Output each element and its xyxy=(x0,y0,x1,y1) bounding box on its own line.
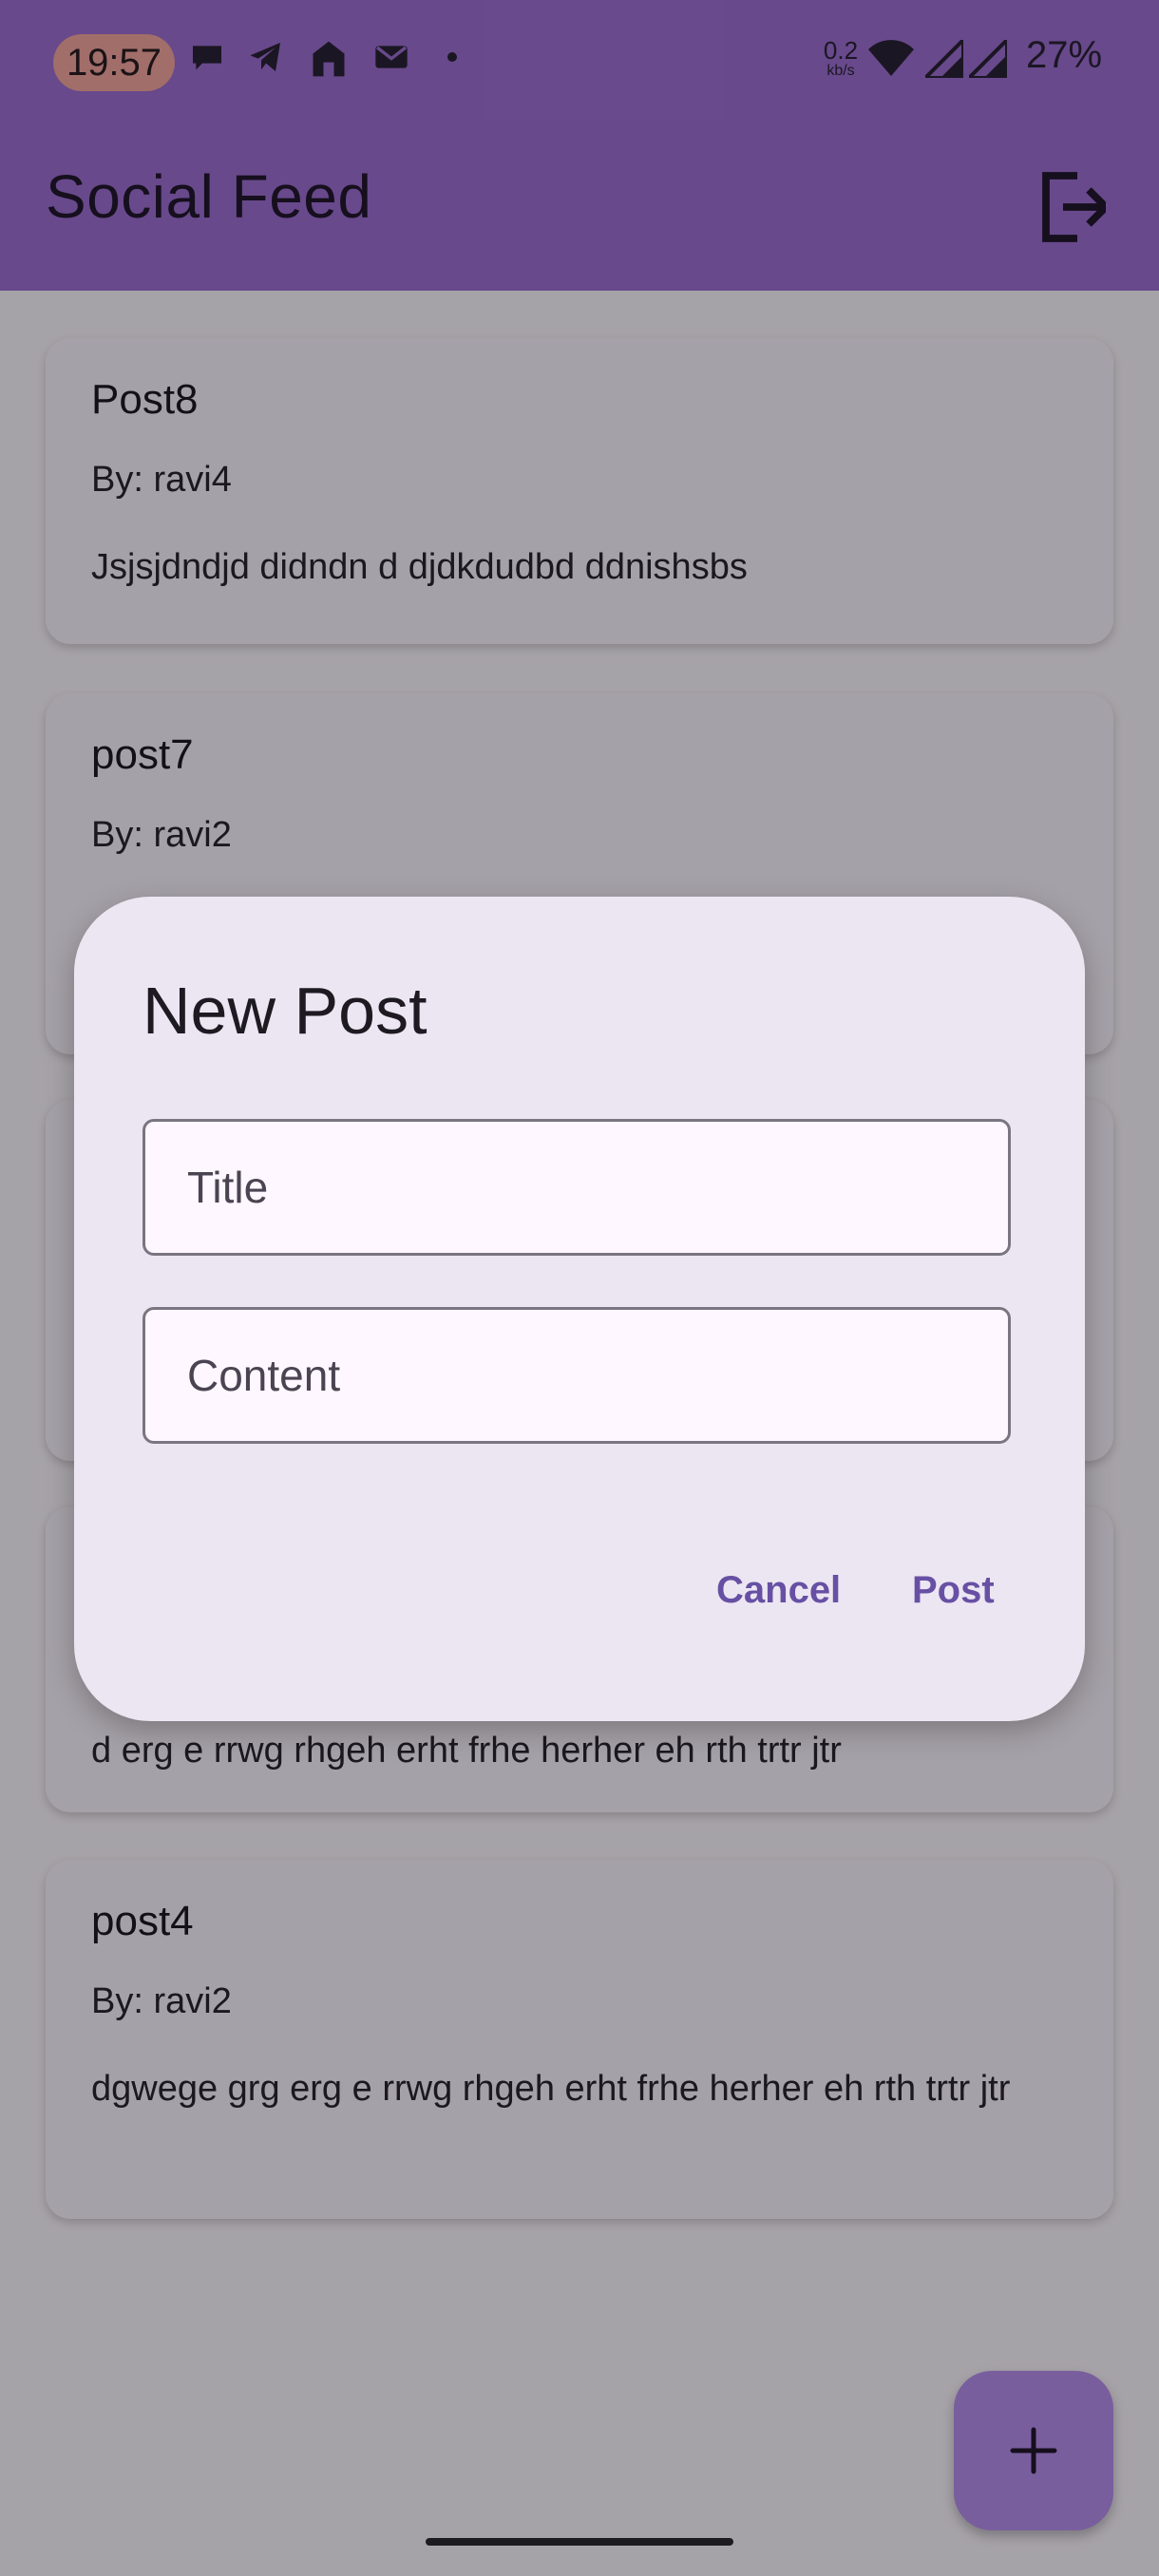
title-input[interactable] xyxy=(145,1122,1008,1253)
post-button[interactable]: Post xyxy=(912,1569,995,1612)
new-post-dialog: New Post Cancel Post xyxy=(74,897,1085,1721)
title-field[interactable] xyxy=(142,1119,1011,1256)
dialog-title: New Post xyxy=(142,974,428,1048)
content-input[interactable] xyxy=(145,1310,1008,1441)
content-field[interactable] xyxy=(142,1307,1011,1444)
cancel-button[interactable]: Cancel xyxy=(716,1569,841,1612)
